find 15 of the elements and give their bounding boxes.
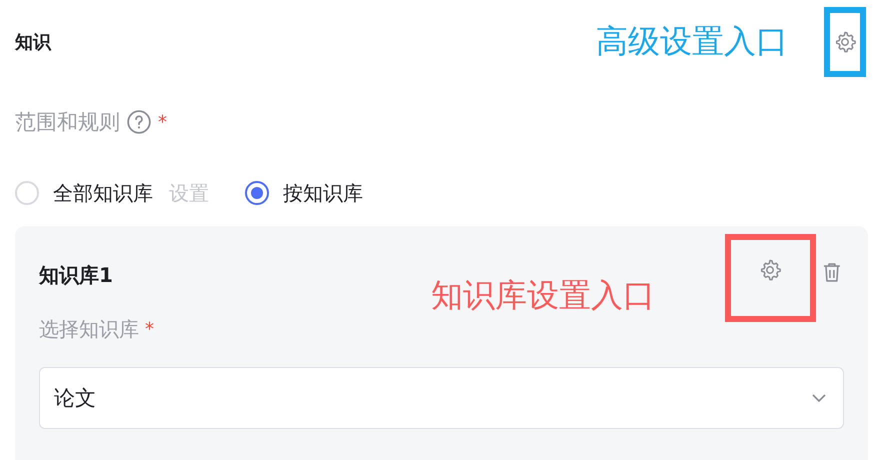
required-mark: * xyxy=(158,112,167,132)
settings-button[interactable] xyxy=(758,258,782,282)
field-label: 选择知识库 xyxy=(39,316,139,343)
radio-button[interactable] xyxy=(245,181,269,205)
select-field[interactable]: 论文 xyxy=(39,367,844,429)
radio-option[interactable]: 按知识库 xyxy=(245,180,363,206)
field-label: 范围和规则 xyxy=(15,109,120,136)
section-title: 知识 xyxy=(15,31,52,54)
annotation-label: 知识库设置入口 xyxy=(431,275,656,316)
annotation-label: 高级设置入口 xyxy=(596,21,788,62)
required-mark: * xyxy=(145,319,154,340)
card-title: 知识库1 xyxy=(39,262,114,289)
radio-option[interactable]: 全部知识库 xyxy=(15,180,153,206)
help-icon[interactable] xyxy=(126,109,152,135)
settings-button[interactable] xyxy=(833,30,857,54)
